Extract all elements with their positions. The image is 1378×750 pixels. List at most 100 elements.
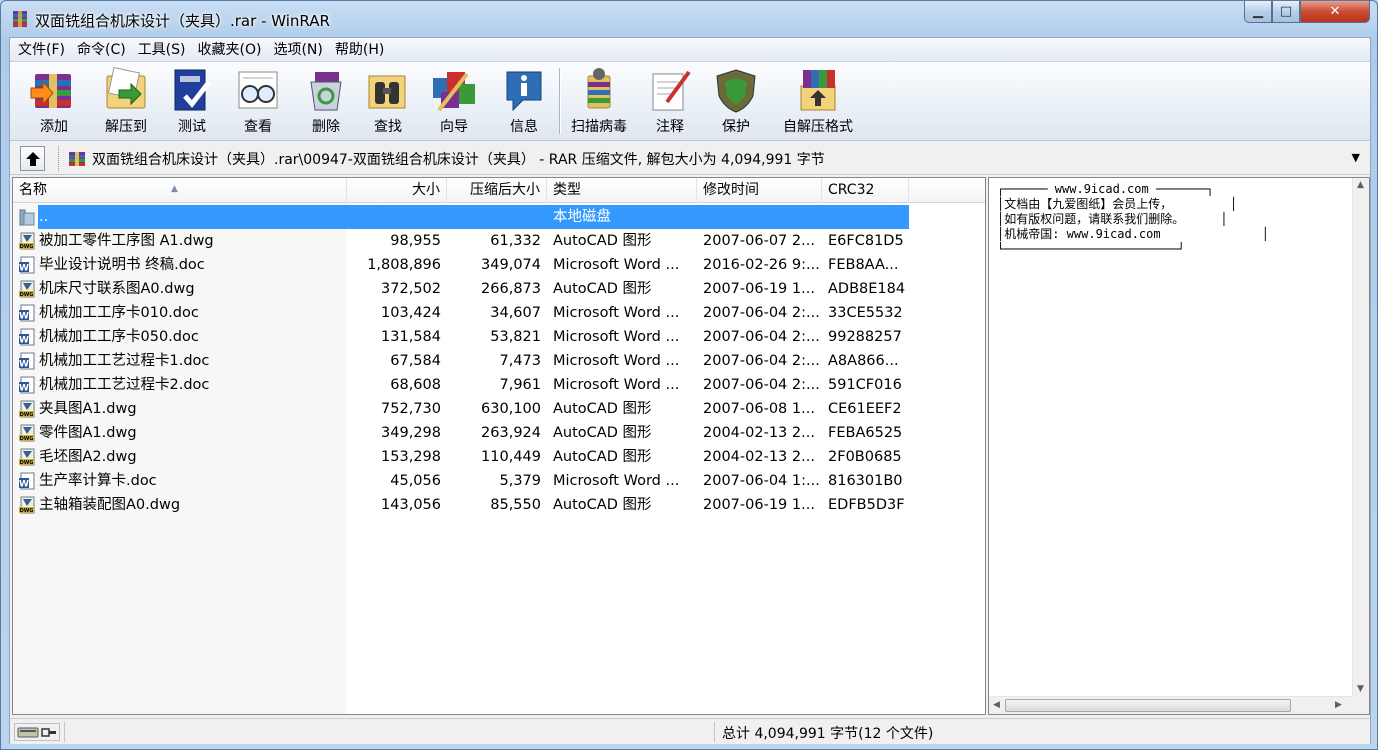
file-type: Microsoft Word ... xyxy=(553,353,680,369)
column-header-size[interactable]: 大小 xyxy=(347,178,447,203)
wizard-button[interactable]: 向导 xyxy=(422,66,486,136)
file-name: 机械加工工艺过程卡1.doc xyxy=(39,353,210,369)
file-type: AutoCAD 图形 xyxy=(553,425,652,441)
comment-button[interactable]: 注释 xyxy=(640,66,700,136)
column-header-packed[interactable]: 压缩后大小 xyxy=(447,178,547,203)
word-document-icon: W xyxy=(19,376,35,394)
view-glasses-icon xyxy=(238,71,278,109)
file-crc: A8A866... xyxy=(828,353,899,369)
maximize-button[interactable]: □ xyxy=(1272,1,1300,23)
comment-vertical-scrollbar[interactable]: ▲ ▼ xyxy=(1352,178,1369,696)
file-row[interactable]: .. 本地磁盘 xyxy=(13,205,985,229)
status-separator-2 xyxy=(714,722,715,742)
info-label: 信息 xyxy=(510,119,538,135)
menu-favorites[interactable]: 收藏夹(O) xyxy=(192,39,268,61)
delete-button[interactable]: 删除 xyxy=(296,66,356,136)
dwg-file-icon: DWG xyxy=(19,496,35,514)
menu-file[interactable]: 文件(F) xyxy=(12,39,71,61)
column-name-label: 名称 xyxy=(19,182,47,198)
column-header-crc[interactable]: CRC32 xyxy=(822,178,909,203)
dwg-file-icon: DWG xyxy=(19,400,35,418)
address-path: 双面铣组合机床设计（夹具）.rar\00947-双面铣组合机床设计（夹具） - … xyxy=(92,151,825,168)
rar-archive-icon xyxy=(69,151,85,166)
horizontal-scroll-thumb[interactable] xyxy=(1005,699,1291,712)
file-packed-size xyxy=(447,205,541,229)
file-row[interactable]: W 机械加工工艺过程卡1.doc 67,584 7,473 Microsoft Word… xyxy=(13,349,985,373)
file-row[interactable]: DWG 被加工零件工序图 A1.dwg 98,955 61,332 AutoCAD 图形… xyxy=(13,229,985,253)
scroll-left-icon[interactable]: ◀ xyxy=(993,700,1000,710)
scroll-right-icon[interactable]: ▶ xyxy=(1335,700,1342,710)
file-packed-size: 263,924 xyxy=(481,425,541,441)
column-header-type[interactable]: 类型 xyxy=(547,178,697,203)
books-add-icon xyxy=(30,74,71,108)
close-button[interactable]: ✕ xyxy=(1300,1,1370,23)
up-arrow-icon xyxy=(25,151,40,166)
file-modified xyxy=(703,205,821,229)
file-size: 131,584 xyxy=(381,329,441,345)
svg-text:W: W xyxy=(19,312,29,322)
menu-commands[interactable]: 命令(C) xyxy=(71,39,132,61)
column-header-name[interactable]: 名称 ▲ xyxy=(13,178,347,203)
info-icon xyxy=(506,71,542,112)
info-button[interactable]: 信息 xyxy=(494,66,554,136)
file-row[interactable]: W 机械加工工序卡050.doc 131,584 53,821 Microsoft Wo… xyxy=(13,325,985,349)
minimize-icon: ▁ xyxy=(1253,4,1263,19)
winrar-app-icon[interactable] xyxy=(11,10,29,28)
file-name: 机床尺寸联系图A0.dwg xyxy=(39,281,195,297)
protect-button[interactable]: 保护 xyxy=(706,66,766,136)
file-row[interactable]: DWG 夹具图A1.dwg 752,730 630,100 AutoCAD 图形 2007… xyxy=(13,397,985,421)
file-packed-size: 630,100 xyxy=(481,401,541,417)
status-bar: 总计 4,094,991 字节(12 个文件) xyxy=(10,718,1370,744)
file-modified: 2007-06-04 2:... xyxy=(703,377,820,393)
column-header-modified[interactable]: 修改时间 xyxy=(697,178,822,203)
scroll-up-icon[interactable]: ▲ xyxy=(1357,180,1364,190)
file-name: 机械加工工序卡050.doc xyxy=(39,329,199,345)
sfx-button[interactable]: 自解压格式 xyxy=(776,66,860,136)
file-crc: FEBA6525 xyxy=(828,425,903,441)
file-row[interactable]: W 毕业设计说明书 终稿.doc 1,808,896 349,074 Microsoft… xyxy=(13,253,985,277)
file-row[interactable]: W 生产率计算卡.doc 45,056 5,379 Microsoft Word ...… xyxy=(13,469,985,493)
file-row[interactable]: DWG 机床尺寸联系图A0.dwg 372,502 266,873 AutoCAD 图形… xyxy=(13,277,985,301)
file-row[interactable]: DWG 主轴箱装配图A0.dwg 143,056 85,550 AutoCAD 图形 20… xyxy=(13,493,985,517)
file-modified: 2007-06-04 2:... xyxy=(703,353,820,369)
file-row[interactable]: W 机械加工工艺过程卡2.doc 68,608 7,961 Microsoft Word… xyxy=(13,373,985,397)
comment-pane[interactable]: ┌────── www.9icad.com ───────┐ │文档由【九爱图纸… xyxy=(988,177,1370,715)
add-button[interactable]: 添加 xyxy=(22,66,86,136)
chevron-down-icon[interactable]: ▼ xyxy=(1352,151,1360,164)
close-icon: ✕ xyxy=(1329,4,1341,19)
view-button[interactable]: 查看 xyxy=(228,66,288,136)
find-button[interactable]: 查找 xyxy=(356,66,420,136)
maximize-icon: □ xyxy=(1279,4,1293,19)
file-crc: 2F0B0685 xyxy=(828,449,902,465)
menu-help[interactable]: 帮助(H) xyxy=(329,39,390,61)
comment-horizontal-scrollbar[interactable]: ◀ ▶ xyxy=(989,696,1353,714)
file-row[interactable]: DWG 毛坯图A2.dwg 153,298 110,449 AutoCAD 图形 2004… xyxy=(13,445,985,469)
file-packed-size: 34,607 xyxy=(490,305,541,321)
file-row[interactable]: DWG 零件图A1.dwg 349,298 263,924 AutoCAD 图形 2004… xyxy=(13,421,985,445)
file-list[interactable]: 名称 ▲ 大小 压缩后大小 类型 修改时间 CRC32 .. 本地磁盘 DWG 被加工… xyxy=(12,177,986,715)
file-name: .. xyxy=(39,209,49,225)
svg-text:DWG: DWG xyxy=(20,460,34,466)
title-bar[interactable]: 双面铣组合机床设计（夹具）.rar - WinRAR ▁ □ ✕ xyxy=(1,1,1377,37)
file-size: 68,608 xyxy=(390,377,441,393)
test-button[interactable]: 测试 xyxy=(162,66,222,136)
svg-text:DWG: DWG xyxy=(20,436,34,442)
menu-tools[interactable]: 工具(S) xyxy=(132,39,192,61)
svg-text:DWG: DWG xyxy=(20,292,34,298)
file-modified: 2004-02-13 2... xyxy=(703,425,815,441)
menu-options[interactable]: 选项(N) xyxy=(267,39,328,61)
word-document-icon: W xyxy=(19,352,35,370)
file-name: 零件图A1.dwg xyxy=(39,425,137,441)
scroll-down-icon[interactable]: ▼ xyxy=(1357,684,1364,694)
up-folder-button[interactable] xyxy=(20,146,45,171)
file-crc: CE61EEF2 xyxy=(828,401,902,417)
minimize-button[interactable]: ▁ xyxy=(1244,1,1272,23)
drive-key-icon[interactable] xyxy=(14,723,60,741)
file-type: AutoCAD 图形 xyxy=(553,401,652,417)
scan-virus-button[interactable]: 扫描病毒 xyxy=(566,66,632,136)
extract-button[interactable]: 解压到 xyxy=(94,66,158,136)
address-path-field[interactable]: 双面铣组合机床设计（夹具）.rar\00947-双面铣组合机床设计（夹具） - … xyxy=(66,145,1366,172)
file-crc: EDFB5D3F xyxy=(828,497,905,513)
view-label: 查看 xyxy=(244,119,272,135)
file-row[interactable]: W 机械加工工序卡010.doc 103,424 34,607 Microsoft Wo… xyxy=(13,301,985,325)
